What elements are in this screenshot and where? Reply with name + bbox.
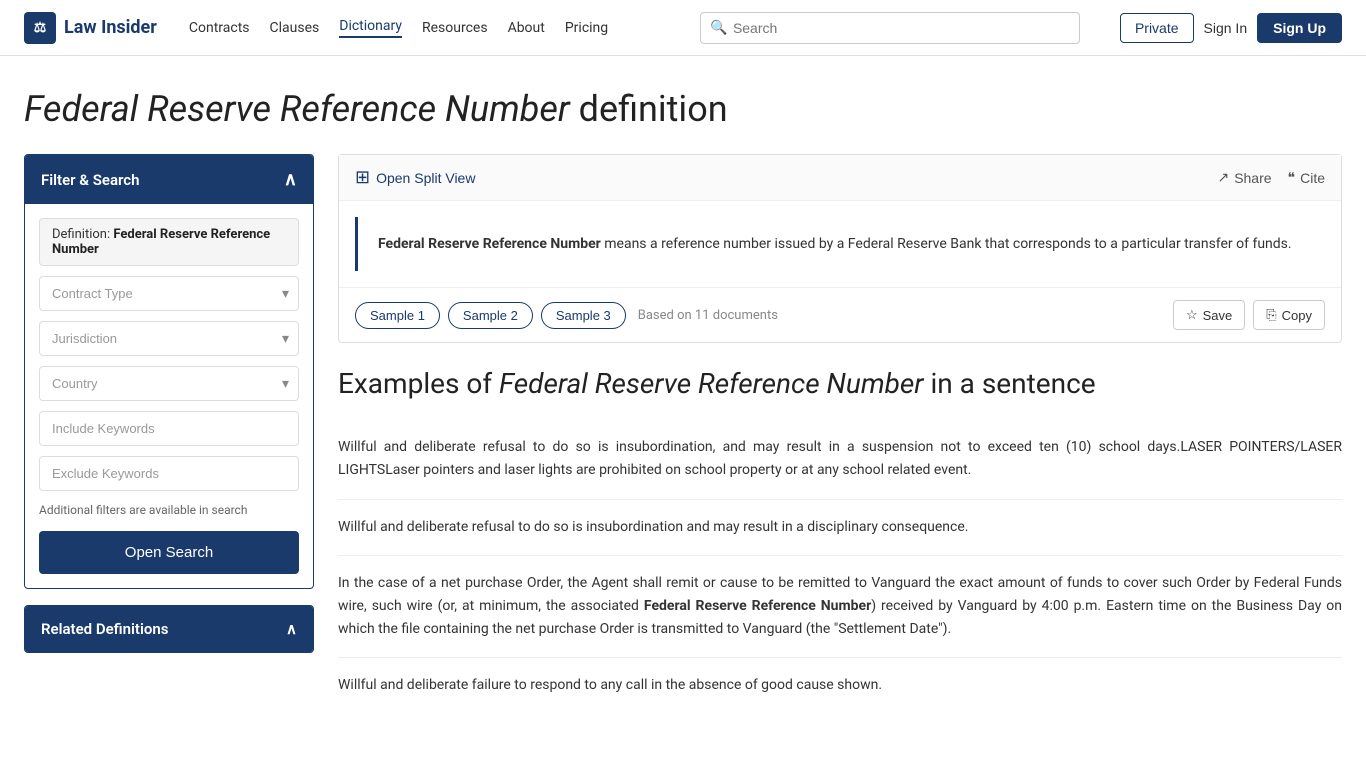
page-title-italic: Federal Reserve Reference Number (24, 88, 570, 130)
nav-clauses[interactable]: Clauses (270, 20, 320, 36)
private-button[interactable]: Private (1120, 13, 1194, 43)
jurisdiction-select[interactable]: Jurisdiction (39, 321, 299, 356)
definition-rest: means a reference number issued by a Fed… (601, 236, 1292, 252)
related-panel: Related Definitions ∧ (24, 605, 314, 653)
nav-contracts[interactable]: Contracts (189, 20, 250, 36)
content-area: ⊞ Open Split View ↗ Share ❝ Cite Fede (338, 154, 1342, 713)
filter-panel: Filter & Search ∧ Definition: Federal Re… (24, 154, 314, 589)
save-label: Save (1203, 308, 1233, 323)
site-logo[interactable]: ⚖ Law Insider (24, 12, 157, 44)
examples-title-suffix: in a sentence (924, 367, 1096, 400)
example-item-3: In the case of a net purchase Order, the… (338, 556, 1342, 658)
search-bar: 🔍 (700, 12, 1080, 44)
main-layout: Filter & Search ∧ Definition: Federal Re… (0, 154, 1366, 753)
filter-chevron-icon: ∧ (284, 169, 297, 190)
search-icon: 🔍 (710, 20, 727, 36)
example-item-4: Willful and deliberate failure to respon… (338, 658, 1342, 713)
definition-label: Definition: (52, 227, 110, 242)
open-search-button[interactable]: Open Search (39, 531, 299, 574)
country-wrap: Country ▾ (39, 366, 299, 401)
filter-panel-body: Definition: Federal Reserve Reference Nu… (25, 204, 313, 588)
copy-label: Copy (1282, 308, 1312, 323)
examples-title: Examples of Federal Reserve Reference Nu… (338, 367, 1342, 400)
related-panel-header[interactable]: Related Definitions ∧ (25, 606, 313, 652)
sample-3-button[interactable]: Sample 3 (541, 302, 626, 329)
copy-button[interactable]: ⎘ Copy (1253, 300, 1325, 330)
cite-label: Cite (1300, 170, 1325, 186)
search-input[interactable] (700, 12, 1080, 44)
nav-links: Contracts Clauses Dictionary Resources A… (189, 18, 608, 38)
toolbar-right: ↗ Share ❝ Cite (1217, 169, 1325, 186)
cite-button[interactable]: ❝ Cite (1288, 169, 1325, 186)
example-item-2: Willful and deliberate refusal to do so … (338, 500, 1342, 556)
nav-about[interactable]: About (508, 20, 545, 36)
filter-title: Filter & Search (41, 171, 139, 189)
cite-icon: ❝ (1288, 169, 1296, 186)
examples-section: Examples of Federal Reserve Reference Nu… (338, 367, 1342, 713)
nav-resources[interactable]: Resources (422, 20, 488, 36)
definition-tag: Definition: Federal Reserve Reference Nu… (39, 218, 299, 266)
page-title-suffix: definition (570, 88, 728, 130)
split-view-icon: ⊞ (355, 167, 370, 188)
save-button[interactable]: ☆ Save (1173, 300, 1245, 330)
based-on-text: Based on 11 documents (638, 308, 1165, 323)
exclude-keywords-input[interactable] (39, 456, 299, 491)
example-item-1: Willful and deliberate refusal to do so … (338, 420, 1342, 499)
nav-dictionary[interactable]: Dictionary (339, 18, 402, 38)
nav-actions: Private Sign In Sign Up (1120, 13, 1342, 43)
filter-hint: Additional filters are available in sear… (39, 503, 299, 517)
sidebar: Filter & Search ∧ Definition: Federal Re… (24, 154, 314, 713)
definition-text: Federal Reserve Reference Number means a… (378, 233, 1305, 255)
copy-icon: ⎘ (1266, 307, 1276, 323)
example-text-4: Willful and deliberate failure to respon… (338, 677, 882, 693)
contract-type-wrap: Contract Type ▾ (39, 276, 299, 311)
samples-bar: Sample 1 Sample 2 Sample 3 Based on 11 d… (339, 287, 1341, 342)
page-header: Federal Reserve Reference Number definit… (0, 56, 1366, 154)
country-select[interactable]: Country (39, 366, 299, 401)
definition-term: Federal Reserve Reference Number (378, 236, 601, 252)
include-keywords-input[interactable] (39, 411, 299, 446)
example-bold-phrase: Federal Reserve Reference Number (644, 598, 871, 614)
sample-1-button[interactable]: Sample 1 (355, 302, 440, 329)
split-view-label: Open Split View (376, 170, 475, 186)
share-button[interactable]: ↗ Share (1217, 169, 1271, 186)
logo-icon: ⚖ (24, 12, 56, 44)
example-text-1: Willful and deliberate refusal to do so … (338, 439, 1342, 478)
card-toolbar: ⊞ Open Split View ↗ Share ❝ Cite (339, 155, 1341, 201)
signup-button[interactable]: Sign Up (1257, 13, 1342, 43)
logo-text: Law Insider (64, 17, 157, 38)
share-icon: ↗ (1217, 169, 1229, 186)
signin-button[interactable]: Sign In (1204, 20, 1248, 36)
example-text-2: Willful and deliberate refusal to do so … (338, 519, 968, 535)
nav-pricing[interactable]: Pricing (565, 20, 608, 36)
split-view-button[interactable]: ⊞ Open Split View (355, 167, 475, 188)
examples-title-italic: Federal Reserve Reference Number (499, 367, 923, 400)
definition-block: Federal Reserve Reference Number means a… (355, 217, 1325, 271)
jurisdiction-wrap: Jurisdiction ▾ (39, 321, 299, 356)
star-icon: ☆ (1186, 307, 1198, 323)
share-label: Share (1234, 170, 1271, 186)
related-title: Related Definitions (41, 620, 168, 638)
page-title: Federal Reserve Reference Number definit… (24, 88, 1342, 130)
sample-2-button[interactable]: Sample 2 (448, 302, 533, 329)
contract-type-select[interactable]: Contract Type (39, 276, 299, 311)
filter-panel-header[interactable]: Filter & Search ∧ (25, 155, 313, 204)
examples-title-prefix: Examples of (338, 367, 499, 400)
definition-card: ⊞ Open Split View ↗ Share ❝ Cite Fede (338, 154, 1342, 343)
related-chevron-icon: ∧ (286, 620, 297, 638)
